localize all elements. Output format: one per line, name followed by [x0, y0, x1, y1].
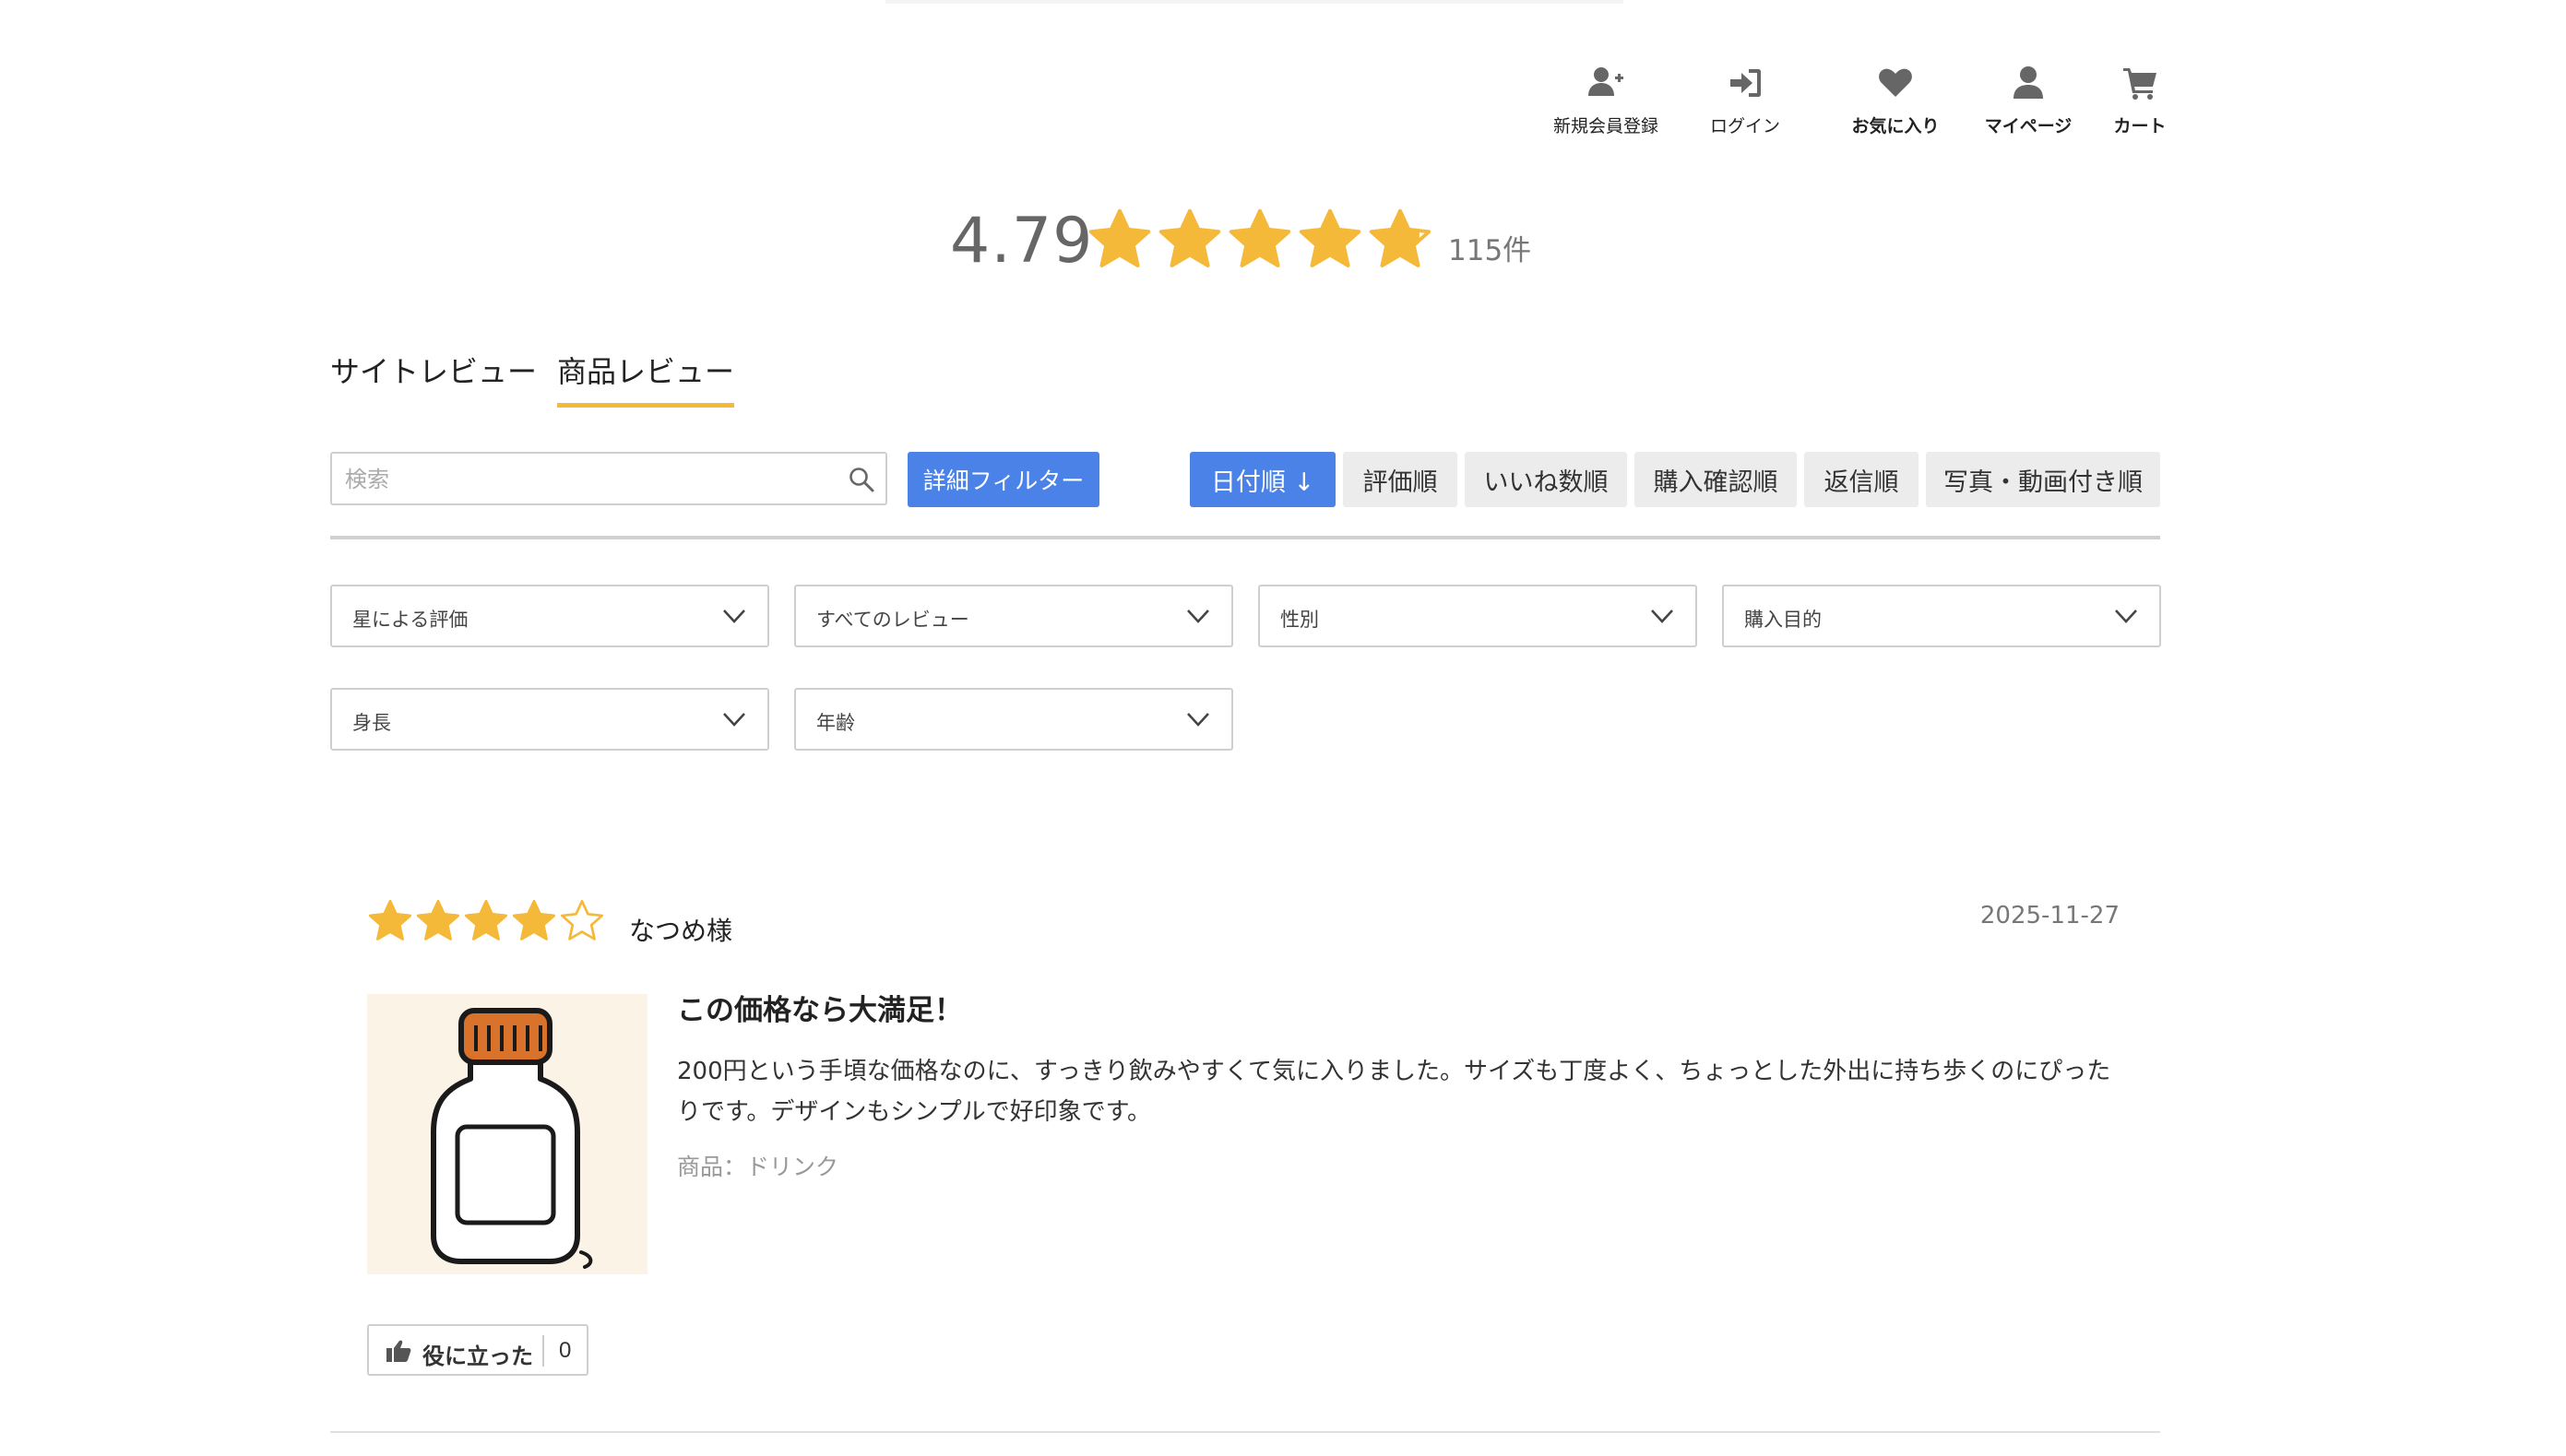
review-count: 115件	[1448, 234, 1532, 267]
review-date: 2025-11-27	[1979, 902, 2120, 929]
review-title: この価格なら大満足！	[677, 994, 963, 1027]
thumbs-up-icon	[386, 1340, 411, 1362]
star-icon	[1299, 208, 1361, 267]
helpful-count: 0	[559, 1338, 572, 1363]
bottle-illustration	[431, 1008, 593, 1269]
nav-register-label: 新規会員登録	[1552, 116, 1658, 136]
star-icon	[1369, 208, 1431, 267]
height-filter-dropdown[interactable]: 身長	[330, 688, 769, 751]
user-plus-icon	[1588, 67, 1623, 96]
star-icon	[416, 899, 460, 941]
tab-product-review[interactable]: 商品レビュー	[557, 349, 735, 408]
chevron-down-icon	[1651, 610, 1673, 623]
sort-by-media-button[interactable]: 写真・動画付き順	[1926, 452, 2160, 507]
helpful-label: 役に立った	[422, 1344, 533, 1369]
review-card: なつめ様 2025-11-27 この価格なら大満足！ 200円という手頃な価格な…	[367, 885, 2120, 1383]
cart-icon	[2123, 68, 2156, 100]
nav-login-label: ログイン	[1709, 116, 1780, 136]
age-filter-dropdown[interactable]: 年齢	[794, 688, 1233, 751]
nav-register[interactable]: 新規会員登録	[1550, 65, 1662, 137]
nav-favorites-label: お気に入り	[1851, 116, 1940, 136]
star-icon	[1088, 208, 1151, 267]
star-rating-filter-dropdown[interactable]: 星による評価	[330, 585, 769, 647]
tab-site-review[interactable]: サイトレビュー	[330, 349, 537, 391]
gender-filter-dropdown[interactable]: 性別	[1258, 585, 1697, 647]
review-photo[interactable]	[367, 994, 647, 1274]
sign-in-icon	[1730, 69, 1761, 97]
star-icon	[1158, 208, 1221, 267]
review-divider	[330, 1431, 2160, 1433]
sort-by-date-button[interactable]: 日付順 ↓	[1190, 452, 1336, 507]
chevron-down-icon	[723, 610, 745, 623]
nav-cart[interactable]: カート	[2110, 65, 2169, 137]
top-edge-shadow	[885, 0, 1623, 4]
dropdown-label: すべてのレビュー	[816, 609, 969, 631]
star-icon	[368, 899, 412, 941]
star-icon	[464, 899, 508, 941]
nav-login[interactable]: ログイン	[1706, 65, 1784, 137]
chevron-down-icon	[1187, 713, 1209, 727]
sort-by-rating-button[interactable]: 評価順	[1343, 452, 1457, 507]
star-icon	[512, 899, 556, 941]
helpful-button[interactable]: 役に立った 0	[367, 1324, 588, 1376]
nav-cart-label: カート	[2113, 116, 2167, 136]
search-input[interactable]	[343, 454, 845, 505]
review-product: 商品：ドリンク	[677, 1154, 839, 1180]
dropdown-label: 身長	[352, 712, 391, 734]
dropdown-label: 購入目的	[1744, 609, 1822, 631]
nav-favorites[interactable]: お気に入り	[1848, 65, 1942, 137]
chevron-down-icon	[1187, 610, 1209, 623]
heart-icon	[1879, 68, 1912, 97]
review-page: 新規会員登録 ログイン お気に入り マイページ カート 4.79 115件 サイ…	[0, 0, 2566, 1456]
detail-filter-button[interactable]: 詳細フィルター	[908, 452, 1099, 507]
user-icon	[2014, 66, 2043, 99]
search-box	[330, 452, 887, 505]
chevron-down-icon	[2115, 610, 2137, 623]
section-divider	[330, 536, 2160, 539]
dropdown-label: 年齢	[816, 712, 855, 734]
review-author: なつめ様	[629, 916, 733, 946]
helpful-separator	[542, 1335, 544, 1367]
dropdown-label: 性別	[1280, 609, 1319, 631]
purchase-purpose-filter-dropdown[interactable]: 購入目的	[1722, 585, 2161, 647]
review-body: 200円という手頃な価格なのに、すっきり飲みやすくて気に入りました。サイズも丁度…	[677, 1058, 2111, 1126]
review-type-filter-dropdown[interactable]: すべてのレビュー	[794, 585, 1233, 647]
chevron-down-icon	[723, 713, 745, 727]
average-score: 4.79	[950, 205, 1094, 278]
rating-summary: 4.79 115件	[950, 203, 1614, 286]
header-nav: 新規会員登録 ログイン お気に入り マイページ カート	[1550, 65, 2195, 148]
dropdown-label: 星による評価	[352, 609, 469, 631]
star-icon	[1229, 208, 1291, 267]
nav-mypage-label: マイページ	[1984, 116, 2073, 136]
sort-by-replies-button[interactable]: 返信順	[1804, 452, 1919, 507]
star-icon	[560, 899, 604, 941]
search-icon[interactable]	[849, 467, 874, 492]
nav-mypage[interactable]: マイページ	[1981, 65, 2075, 137]
sort-by-purchase-verified-button[interactable]: 購入確認順	[1634, 452, 1797, 507]
sort-by-likes-button[interactable]: いいね数順	[1465, 452, 1627, 507]
